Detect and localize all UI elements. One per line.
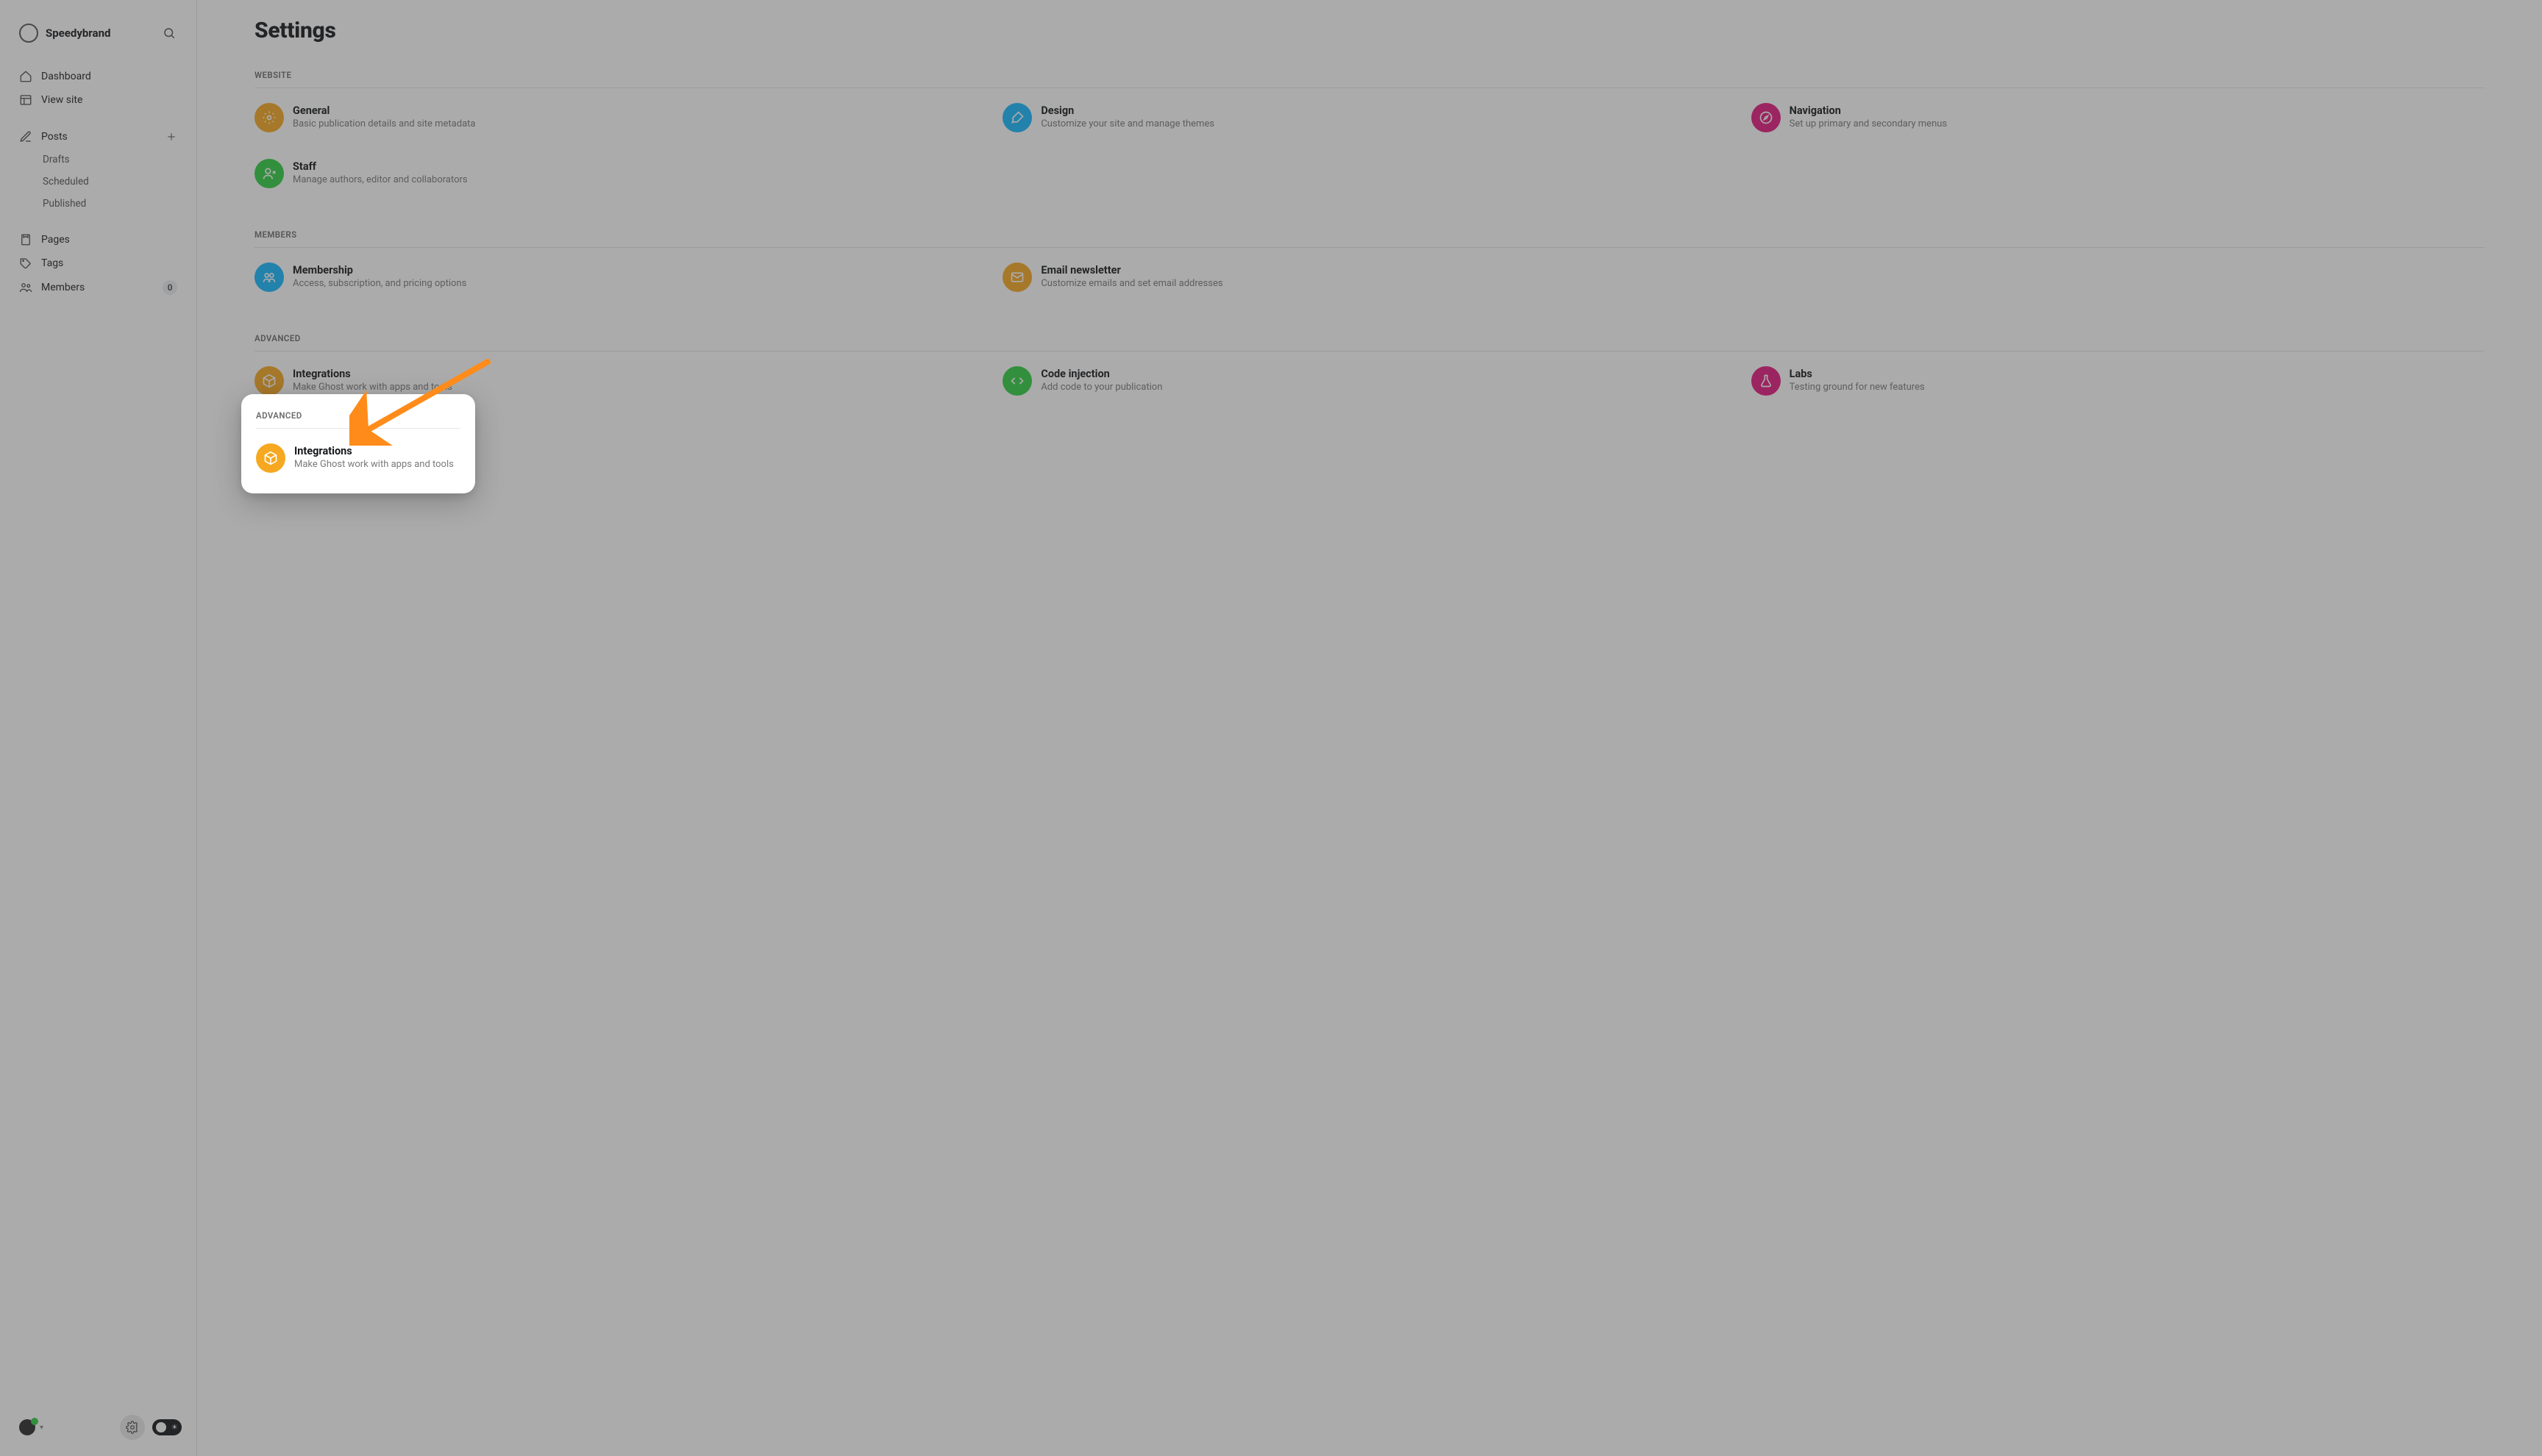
sidebar-item-drafts[interactable]: Drafts	[10, 149, 186, 171]
sidebar-item-label: Scheduled	[43, 176, 89, 188]
card-desc: Testing ground for new features	[1790, 382, 1925, 393]
card-title: Labs	[1790, 368, 1925, 380]
card-title: Design	[1041, 104, 1214, 117]
card-desc: Make Ghost work with apps and tools	[293, 382, 452, 393]
sidebar: Speedybrand Dashboard View site	[0, 0, 197, 1456]
search-button[interactable]	[157, 21, 182, 46]
card-design[interactable]: Design Customize your site and manage th…	[1003, 103, 1736, 132]
section-header-advanced: ADVANCED	[254, 333, 2485, 351]
card-integrations[interactable]: Integrations Make Ghost work with apps a…	[254, 366, 988, 396]
brand[interactable]: Speedybrand	[19, 24, 110, 43]
user-icon	[254, 159, 284, 188]
sidebar-item-label: Tags	[41, 257, 63, 269]
new-post-button[interactable]	[165, 131, 177, 143]
card-general[interactable]: General Basic publication details and si…	[254, 103, 988, 132]
brand-name: Speedybrand	[46, 26, 110, 40]
card-staff[interactable]: Staff Manage authors, editor and collabo…	[254, 159, 988, 188]
box-icon	[254, 366, 284, 396]
sidebar-item-scheduled[interactable]: Scheduled	[10, 171, 186, 193]
brush-icon	[1003, 103, 1032, 132]
card-navigation[interactable]: Navigation Set up primary and secondary …	[1751, 103, 2485, 132]
page-title: Settings	[254, 18, 2485, 43]
members-count-badge: 0	[163, 280, 177, 295]
compass-icon	[1751, 103, 1781, 132]
search-icon	[163, 26, 176, 40]
mail-icon	[1003, 263, 1032, 292]
card-membership[interactable]: Membership Access, subscription, and pri…	[254, 263, 988, 292]
sidebar-item-published[interactable]: Published	[10, 193, 186, 215]
sidebar-item-dashboard[interactable]: Dashboard	[10, 65, 186, 88]
card-title: General	[293, 104, 475, 117]
card-desc: Customize emails and set email addresses	[1041, 278, 1222, 289]
members-icon	[254, 263, 284, 292]
brand-logo-icon	[19, 24, 38, 43]
card-title: Integrations	[293, 368, 452, 380]
section-members: MEMBERS Membership Access, subscription,…	[254, 229, 2485, 292]
section-advanced: ADVANCED Integrations Make Ghost work wi…	[254, 333, 2485, 396]
theme-toggle[interactable]: ☀	[152, 1419, 182, 1435]
page-icon	[19, 233, 32, 246]
toggle-knob	[156, 1422, 166, 1432]
sidebar-item-members[interactable]: Members 0	[10, 275, 186, 300]
section-header-members: MEMBERS	[254, 229, 2485, 248]
card-title: Staff	[293, 160, 468, 173]
layout-icon	[19, 93, 32, 107]
members-icon	[19, 281, 32, 294]
sidebar-item-pages[interactable]: Pages	[10, 228, 186, 251]
edit-icon	[19, 130, 32, 143]
home-icon	[19, 70, 32, 83]
card-email-newsletter[interactable]: Email newsletter Customize emails and se…	[1003, 263, 1736, 292]
sidebar-item-label: Dashboard	[41, 71, 91, 82]
sidebar-item-label: Drafts	[43, 154, 70, 165]
sun-icon: ☀	[171, 1424, 178, 1432]
settings-button[interactable]	[120, 1415, 145, 1440]
sidebar-item-label: View site	[41, 94, 82, 106]
card-title: Email newsletter	[1041, 264, 1222, 276]
card-desc: Set up primary and secondary menus	[1790, 118, 1947, 129]
code-icon	[1003, 366, 1032, 396]
flask-icon	[1751, 366, 1781, 396]
chevron-down-icon: ▾	[40, 1424, 43, 1432]
sidebar-item-label: Published	[43, 198, 86, 210]
card-title: Navigation	[1790, 104, 1947, 117]
card-desc: Basic publication details and site metad…	[293, 118, 475, 129]
section-header-website: WEBSITE	[254, 70, 2485, 88]
card-labs[interactable]: Labs Testing ground for new features	[1751, 366, 2485, 396]
gear-icon	[254, 103, 284, 132]
card-title: Code injection	[1041, 368, 1162, 380]
sidebar-item-posts[interactable]: Posts	[10, 125, 186, 149]
sidebar-item-label: Posts	[41, 131, 68, 143]
plus-icon	[165, 131, 177, 143]
card-desc: Add code to your publication	[1041, 382, 1162, 393]
card-code-injection[interactable]: Code injection Add code to your publicat…	[1003, 366, 1736, 396]
main-content: Settings WEBSITE General Basic publicati…	[197, 0, 2542, 1456]
gear-icon	[126, 1421, 139, 1434]
card-title: Membership	[293, 264, 466, 276]
sidebar-item-tags[interactable]: Tags	[10, 251, 186, 275]
avatar-icon	[19, 1419, 35, 1435]
card-desc: Access, subscription, and pricing option…	[293, 278, 466, 289]
sidebar-item-label: Members	[41, 282, 85, 293]
user-menu[interactable]: ▾	[19, 1419, 43, 1435]
sidebar-item-label: Pages	[41, 234, 70, 246]
tag-icon	[19, 257, 32, 270]
card-desc: Manage authors, editor and collaborators	[293, 174, 468, 185]
section-website: WEBSITE General Basic publication detail…	[254, 70, 2485, 188]
card-desc: Customize your site and manage themes	[1041, 118, 1214, 129]
sidebar-item-view-site[interactable]: View site	[10, 88, 186, 112]
